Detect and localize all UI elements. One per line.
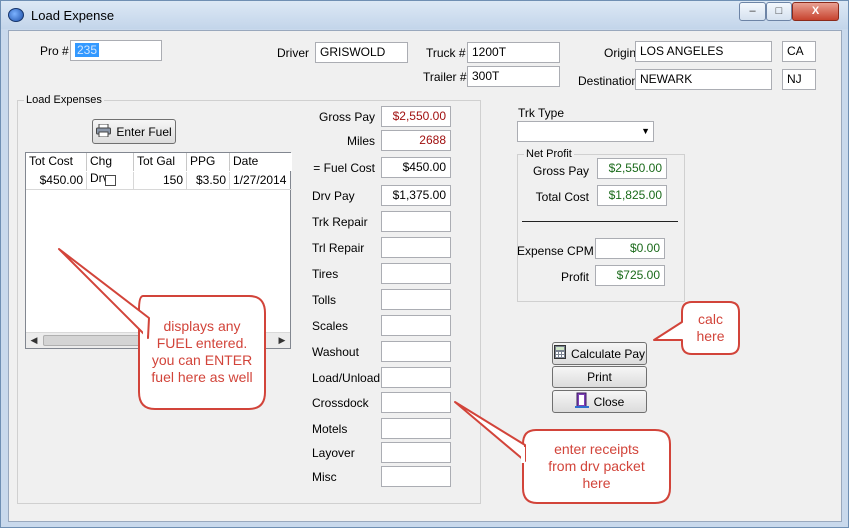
trk-type-value <box>518 124 522 138</box>
pro-number-input[interactable]: 235 <box>70 40 162 61</box>
fuel-annotation-line-3: you can ENTER <box>151 352 253 368</box>
destination-label: Destination <box>578 74 639 88</box>
tires-input[interactable] <box>381 263 451 284</box>
tolls-input[interactable] <box>381 289 451 310</box>
cell-date: 1/27/2014 <box>230 172 292 190</box>
scroll-left-arrow-icon[interactable]: ◀ <box>26 333 42 348</box>
np-total-cost-value: $1,825.00 <box>597 185 667 206</box>
cell-tot-cost: $450.00 <box>26 172 87 190</box>
truck-label: Truck # <box>426 46 466 60</box>
cell-ppg: $3.50 <box>187 172 230 190</box>
gross-pay-input[interactable]: $2,550.00 <box>381 106 451 127</box>
receipts-annotation-line-1: enter receipts <box>554 441 639 457</box>
trk-repair-label: Trk Repair <box>312 215 368 229</box>
fuel-annotation-line-4: fuel here as well <box>151 369 253 385</box>
column-header-ppg[interactable]: PPG <box>187 153 230 171</box>
receipts-annotation-line-2: from drv packet <box>548 458 645 474</box>
truck-input[interactable]: 1200T <box>467 42 560 63</box>
cell-tot-gal: 150 <box>134 172 187 190</box>
profit-label: Profit <box>560 270 589 284</box>
drv-pay-input[interactable]: $1,375.00 <box>381 185 451 206</box>
app-logo-icon <box>8 8 24 22</box>
fuel-annotation-callout: displays any FUEL entered. you can ENTER… <box>51 246 281 416</box>
net-profit-divider <box>522 221 678 222</box>
title-bar: Load Expense – □ X <box>1 1 848 29</box>
receipts-annotation-line-3: here <box>582 475 611 491</box>
profit-value: $725.00 <box>595 265 665 286</box>
origin-state-input[interactable]: CA <box>782 41 816 62</box>
destination-state-input[interactable]: NJ <box>782 69 816 90</box>
column-header-chg-drv[interactable]: Chg Drv <box>87 153 134 185</box>
fuel-cost-label: = Fuel Cost <box>313 161 375 175</box>
window-title: Load Expense <box>31 8 115 23</box>
column-header-date[interactable]: Date <box>230 153 292 171</box>
misc-label: Misc <box>312 470 337 484</box>
close-window-button[interactable]: X <box>792 2 839 21</box>
trailer-label: Trailer # <box>423 70 467 84</box>
layover-label: Layover <box>312 446 355 460</box>
drv-pay-label: Drv Pay <box>312 189 355 203</box>
calc-annotation-line-1: calc <box>698 311 723 327</box>
load-expense-window: Load Expense – □ X Pro # 235 Driver GRIS… <box>0 0 849 528</box>
miles-input[interactable]: 2688 <box>381 130 451 151</box>
tolls-label: Tolls <box>312 293 337 307</box>
load-expenses-title: Load Expenses <box>24 94 104 106</box>
receipts-annotation-callout: enter receipts from drv packet here <box>451 399 676 507</box>
calculator-icon <box>553 345 566 362</box>
printer-icon <box>96 123 112 140</box>
enter-fuel-label: Enter Fuel <box>116 124 172 139</box>
crossdock-label: Crossdock <box>312 396 369 410</box>
pro-label: Pro # <box>40 44 69 58</box>
tires-label: Tires <box>312 267 339 281</box>
destination-city-input[interactable]: NEWARK <box>635 69 772 90</box>
crossdock-input[interactable] <box>381 392 451 413</box>
chg-drv-checkbox[interactable] <box>104 175 116 186</box>
trl-repair-label: Trl Repair <box>312 241 365 255</box>
chevron-down-icon: ▼ <box>641 126 650 136</box>
cell-chg-drv <box>87 172 134 190</box>
print-button[interactable]: Print <box>552 366 647 388</box>
scales-label: Scales <box>312 319 349 333</box>
load-unload-input[interactable] <box>381 367 451 388</box>
fuel-annotation-line-1: displays any <box>163 318 241 334</box>
expense-cpm-value: $0.00 <box>595 238 665 259</box>
calc-annotation-line-2: here <box>696 328 725 344</box>
np-gross-pay-value: $2,550.00 <box>597 158 667 179</box>
scales-input[interactable] <box>381 315 451 336</box>
driver-input[interactable]: GRISWOLD <box>315 42 408 63</box>
net-profit-title: Net Profit <box>524 148 574 160</box>
minimize-button[interactable]: – <box>739 2 766 21</box>
motels-label: Motels <box>312 422 348 436</box>
fuel-grid-header: Tot Cost Chg Drv Tot Gal PPG Date <box>26 153 292 185</box>
expense-cpm-label: Expense CPM <box>517 244 594 258</box>
misc-input[interactable] <box>381 466 451 487</box>
column-header-tot-cost[interactable]: Tot Cost <box>26 153 87 171</box>
trailer-input[interactable]: 300T <box>467 66 560 87</box>
pro-number-value: 235 <box>75 43 100 57</box>
np-gross-pay-label: Gross Pay <box>532 164 589 178</box>
origin-city-input[interactable]: LOS ANGELES <box>635 41 772 62</box>
driver-label: Driver <box>277 46 309 60</box>
origin-label: Origin <box>604 46 637 60</box>
column-header-tot-gal[interactable]: Tot Gal <box>134 153 187 171</box>
np-total-cost-label: Total Cost <box>535 190 589 204</box>
enter-fuel-button[interactable]: Enter Fuel <box>92 119 176 144</box>
trk-type-select[interactable]: ▼ <box>517 121 654 142</box>
calculate-pay-button[interactable]: Calculate Pay <box>552 342 647 365</box>
calculate-pay-label: Calculate Pay <box>570 346 646 361</box>
washout-label: Washout <box>312 345 359 359</box>
fuel-annotation-line-2: FUEL entered. <box>156 335 248 351</box>
trk-type-label: Trk Type <box>518 106 565 120</box>
load-unload-label: Load/Unload <box>312 371 381 385</box>
miles-label: Miles <box>346 134 375 148</box>
maximize-button[interactable]: □ <box>766 2 792 21</box>
calc-annotation-callout: calc here <box>653 300 748 358</box>
fuel-cost-input[interactable]: $450.00 <box>381 157 451 178</box>
trl-repair-input[interactable] <box>381 237 451 258</box>
gross-pay-label: Gross Pay <box>318 110 375 124</box>
trk-repair-input[interactable] <box>381 211 451 232</box>
layover-input[interactable] <box>381 442 451 463</box>
washout-input[interactable] <box>381 341 451 362</box>
motels-input[interactable] <box>381 418 451 439</box>
